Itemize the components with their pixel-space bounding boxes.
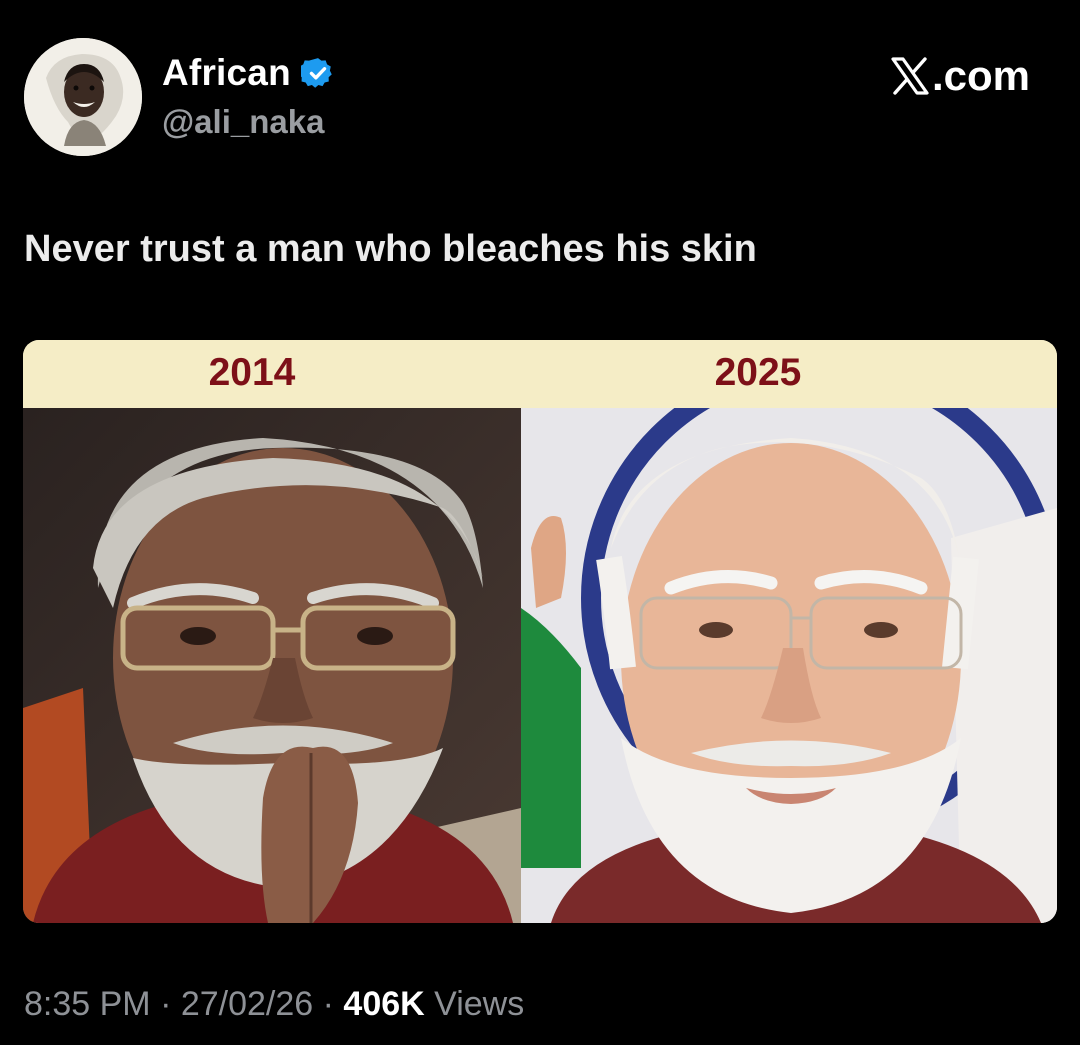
verified-badge-icon [300,58,332,88]
x-logo-icon [891,57,929,95]
author-name-row: African [162,52,335,94]
tweet-media[interactable]: 2014 2025 [23,340,1057,923]
author-display-name[interactable]: African [162,52,291,94]
tweet-date[interactable]: 27/02/26 [181,985,313,1023]
year-label-right: 2025 [714,351,802,394]
brand-watermark: .com [890,52,1030,100]
tweet-time[interactable]: 8:35 PM [24,985,151,1023]
author-avatar[interactable] [24,38,142,156]
portrait-avatar-icon [24,38,142,156]
views-label: Views [424,985,525,1023]
photo-before [23,408,521,923]
tweet-meta: 8:35 PM · 27/02/26 · 406K Views [24,985,524,1024]
portrait-photo-after [521,408,1057,923]
meta-separator: · [313,985,344,1023]
tweet-text: Never trust a man who bleaches his skin [24,228,757,270]
tweet-screenshot: African @ali_naka .com Never trust a man… [0,0,1080,1045]
year-label-left: 2014 [208,351,296,394]
meta-separator: · [150,985,181,1023]
author-handle[interactable]: @ali_naka [162,103,324,141]
views-count: 406K [343,985,425,1023]
media-year-header: 2014 2025 [23,340,1057,408]
photo-after [521,408,1057,923]
portrait-photo-before [23,408,521,923]
brand-domain: .com [931,52,1030,99]
